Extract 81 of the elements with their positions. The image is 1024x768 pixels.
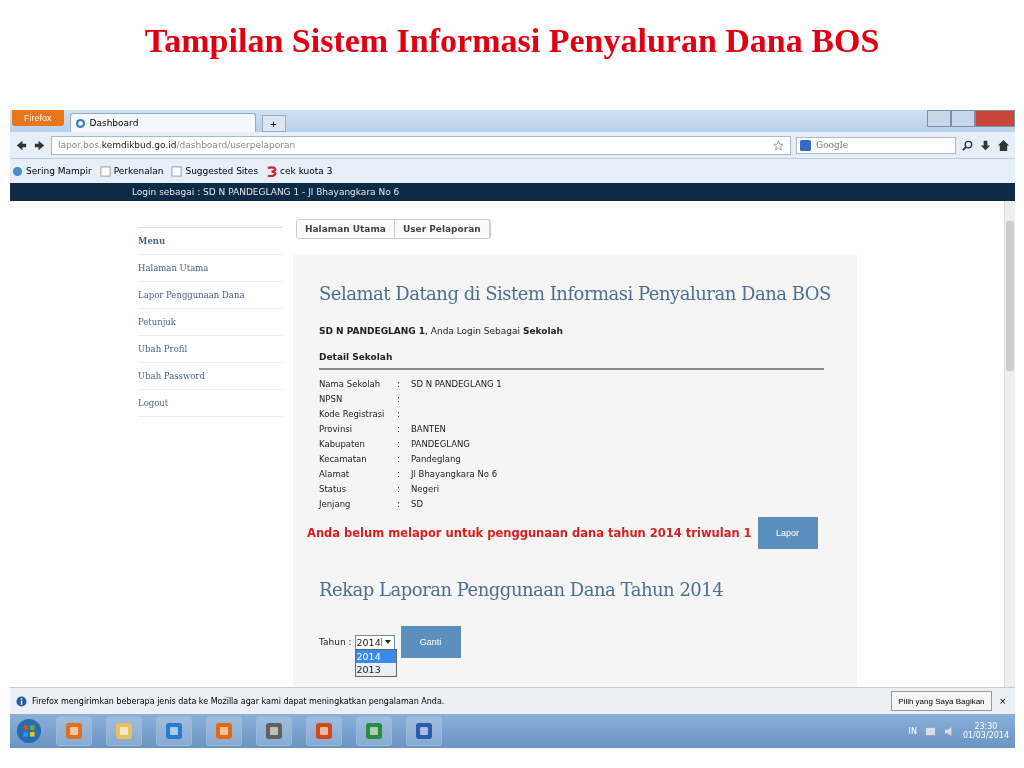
taskbar-app-icon[interactable] bbox=[406, 716, 442, 746]
detail-value: SD bbox=[411, 498, 423, 509]
menu-item[interactable]: Ubah Profil bbox=[138, 336, 283, 363]
globe-icon bbox=[12, 165, 23, 177]
bookmark-item[interactable]: Perkenalan bbox=[99, 165, 164, 177]
slide-title: Tampilan Sistem Informasi Penyaluran Dana BOS bbox=[143, 21, 881, 61]
taskbar-app-icon[interactable] bbox=[306, 716, 342, 746]
bookmark-item[interactable]: cek kuota 3 bbox=[266, 165, 333, 177]
address-bar[interactable]: lapor.bos.kemdikbud.go.id/dashboard/userpelaporan bbox=[51, 135, 791, 155]
year-select[interactable]: 2014 bbox=[354, 634, 395, 650]
page-icon bbox=[99, 165, 111, 177]
detail-colon: : bbox=[397, 408, 401, 419]
menu-item[interactable]: Lapor Penggunaan Dana bbox=[138, 282, 283, 309]
minimize-icon[interactable] bbox=[927, 110, 951, 127]
search-field[interactable]: Google bbox=[796, 136, 956, 154]
close-button[interactable]: × bbox=[996, 695, 1009, 707]
detail-label: Kode Registrasi bbox=[319, 408, 386, 419]
detail-colon: : bbox=[397, 498, 401, 509]
dropdown-option[interactable]: 2014 bbox=[355, 649, 396, 663]
detail-label: Alamat bbox=[319, 468, 351, 479]
detail-label: Jenjang bbox=[319, 498, 352, 509]
detail-colon: : bbox=[397, 393, 401, 404]
login-info: Login sebagai : SD N PANDEGLANG 1 - Jl Bhayangkara No 6 bbox=[132, 187, 400, 197]
detail-colon: : bbox=[397, 438, 401, 449]
taskbar-app-icon[interactable] bbox=[206, 716, 242, 746]
home-icon[interactable] bbox=[997, 138, 1010, 152]
welcome-heading: Selamat Datang di Sistem Informasi Penyaluran Dana BOS bbox=[319, 283, 831, 304]
network-icon[interactable] bbox=[924, 725, 936, 737]
detail-label: Kabupaten bbox=[319, 438, 366, 449]
tab-label: Dashboard bbox=[89, 118, 139, 128]
section-title: Detail Sekolah bbox=[319, 352, 824, 370]
scrollbar[interactable] bbox=[1004, 201, 1015, 687]
menu-item[interactable]: Halaman Utama bbox=[138, 255, 283, 282]
taskbar-app-icon[interactable] bbox=[156, 716, 192, 746]
menu-item[interactable]: Logout bbox=[138, 390, 283, 417]
detail-label: NPSN bbox=[319, 393, 344, 404]
browser-tab[interactable]: Dashboard bbox=[69, 113, 256, 132]
swirl-icon bbox=[266, 165, 278, 177]
detail-value: PANDEGLANG bbox=[411, 438, 470, 449]
detail-colon: : bbox=[397, 423, 401, 434]
detail-colon: : bbox=[397, 378, 401, 389]
menu-item[interactable]: Petunjuk bbox=[138, 309, 283, 336]
menu-title: Menu bbox=[138, 227, 283, 255]
breadcrumb-link[interactable]: Halaman Utama bbox=[297, 220, 395, 238]
bookmark-item[interactable]: Sering Mampir bbox=[12, 165, 92, 177]
taskbar-app-icon[interactable] bbox=[106, 716, 142, 746]
welcome-text: SD N PANDEGLANG 1, Anda Login Sebagai Sekolah bbox=[319, 326, 564, 336]
start-button[interactable] bbox=[16, 718, 42, 744]
year-label: Tahun : bbox=[319, 637, 352, 647]
detail-label: Status bbox=[319, 483, 348, 494]
dropdown-option[interactable]: 2013 bbox=[355, 662, 396, 676]
taskbar-app-icon[interactable] bbox=[56, 716, 92, 746]
detail-colon: : bbox=[397, 483, 401, 494]
bookmark-item[interactable]: Suggested Sites bbox=[171, 165, 259, 177]
maximize-icon[interactable] bbox=[951, 110, 975, 127]
detail-label: Nama Sekolah bbox=[319, 378, 382, 389]
detail-label: Kecamatan bbox=[319, 453, 368, 464]
notification-text: Firefox mengirimkan beberapa jenis data ke Mozilla agar kami dapat meningkatkan pengalaman Anda. bbox=[32, 696, 446, 706]
downloads-icon[interactable] bbox=[979, 138, 992, 152]
rekap-heading: Rekap Laporan Penggunaan Dana Tahun 2014 bbox=[319, 579, 725, 600]
detail-value: Pandeglang bbox=[411, 453, 461, 464]
detail-value: SD N PANDEGLANG 1 bbox=[411, 378, 502, 389]
breadcrumb-link[interactable]: User Pelaporan bbox=[394, 220, 490, 238]
close-icon[interactable] bbox=[975, 110, 1015, 127]
warning-text: Anda belum melapor untuk penggunaan dana tahun 2014 triwulan 1 bbox=[307, 526, 752, 540]
detail-colon: : bbox=[397, 453, 401, 464]
bookmark-star-icon[interactable] bbox=[773, 139, 784, 151]
new-tab-button[interactable]: + bbox=[261, 115, 286, 132]
detail-label: Provinsi bbox=[319, 423, 354, 434]
search-icon[interactable] bbox=[961, 138, 974, 152]
info-icon bbox=[16, 695, 27, 707]
menu-item[interactable]: Ubah Password bbox=[138, 363, 283, 390]
page-icon bbox=[171, 165, 183, 177]
detail-value: Negeri bbox=[411, 483, 440, 494]
taskbar-app-icon[interactable] bbox=[356, 716, 392, 746]
detail-value: BANTEN bbox=[411, 423, 446, 434]
share-choice-button[interactable]: Pilih yang Saya Bagikan bbox=[891, 691, 992, 711]
detail-colon: : bbox=[397, 468, 401, 479]
detail-value: Jl Bhayangkara No 6 bbox=[411, 468, 498, 479]
globe-icon bbox=[74, 117, 86, 129]
taskbar-app-icon[interactable] bbox=[256, 716, 292, 746]
